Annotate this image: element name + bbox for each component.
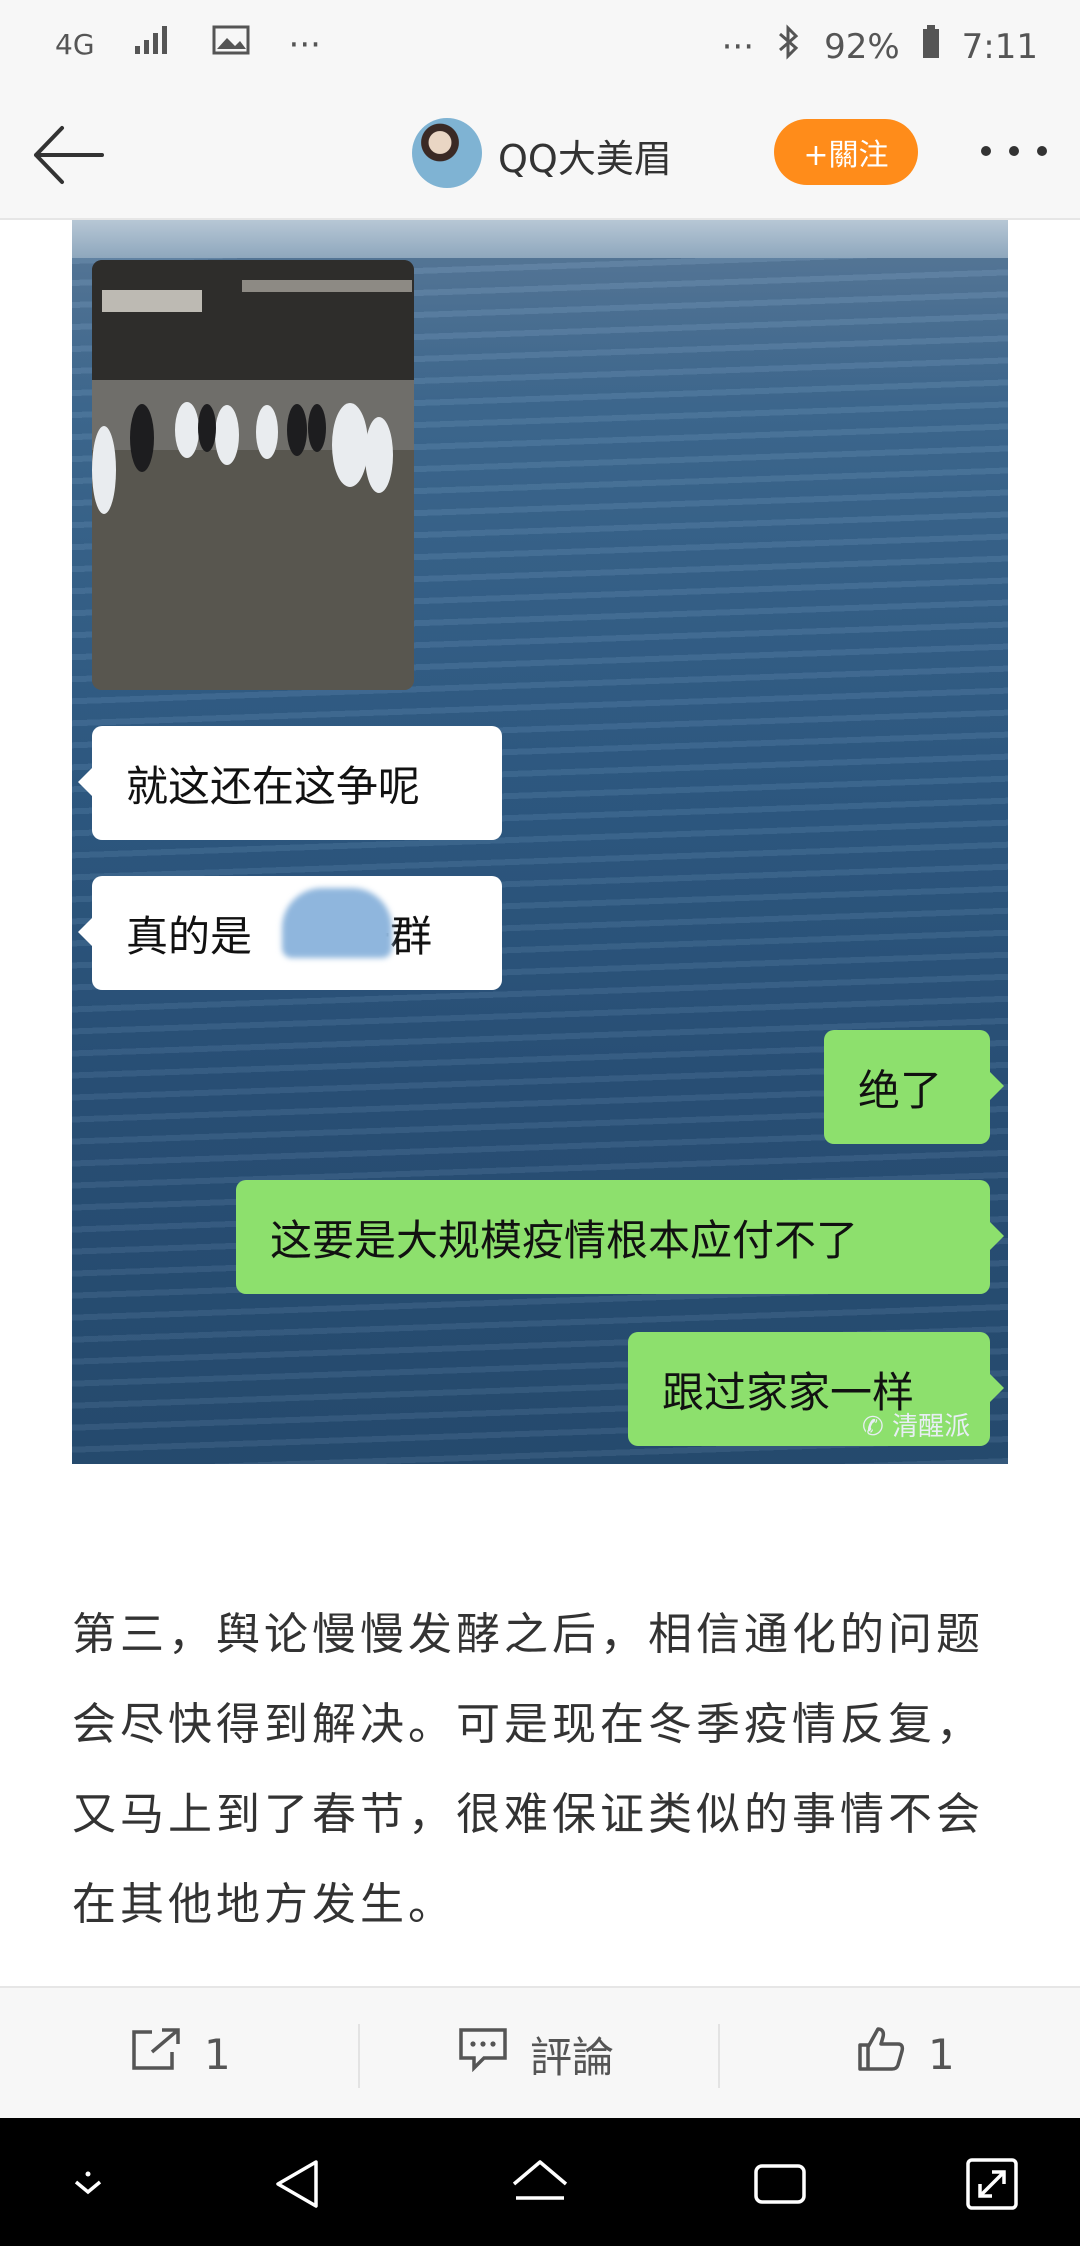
chat-bubble-left: 真的是 一群 (78, 876, 502, 990)
network-type: 4G (55, 28, 95, 61)
wechat-icon: ✆ (862, 1412, 884, 1442)
follow-button[interactable]: +關注 (774, 119, 918, 185)
battery-level: 92% (824, 26, 900, 67)
share-button[interactable]: 1 (130, 1988, 231, 2120)
like-count: 1 (928, 2029, 955, 2079)
chat-text: 真的是 (126, 911, 253, 961)
status-more-left: ··· (288, 24, 321, 65)
back-arrow-icon[interactable] (28, 120, 108, 190)
share-icon (130, 2026, 182, 2082)
gallery-icon (211, 24, 251, 65)
divider (718, 2024, 720, 2088)
chat-text: 这要是大规模疫情根本应付不了 (270, 1215, 859, 1265)
battery-icon (922, 25, 940, 68)
sky-strip (72, 220, 1008, 258)
system-nav-bar (0, 2118, 1080, 2246)
chat-bubble-right: 这要是大规模疫情根本应付不了 (236, 1180, 1004, 1294)
expand-icon[interactable] (962, 2154, 1022, 2214)
inset-photo (92, 260, 414, 690)
username[interactable]: QQ大美眉 (498, 128, 672, 183)
chat-text: 就这还在这争呢 (126, 761, 421, 811)
home-nav-icon[interactable] (510, 2154, 570, 2214)
hide-nav-icon[interactable] (58, 2154, 118, 2214)
clock: 7:11 (961, 26, 1038, 67)
like-button[interactable]: 1 (856, 1988, 955, 2120)
watermark: ✆ 清醒派 (862, 1406, 970, 1443)
action-bar: 1 評論 1 (0, 1986, 1080, 2120)
back-nav-icon[interactable] (270, 2154, 330, 2214)
signal-icon (133, 24, 173, 65)
more-options-icon[interactable] (978, 136, 1050, 166)
censor-blur (282, 888, 392, 958)
share-count: 1 (204, 2029, 231, 2079)
comment-button[interactable]: 評論 (458, 1988, 614, 2120)
app-header: QQ大美眉 +關注 (0, 90, 1080, 220)
bluetooth-icon (776, 24, 802, 69)
article-paragraph: 第三，舆论慢慢发酵之后，相信通化的问题会尽快得到解决。可是现在冬季疫情反复，又马… (72, 1609, 984, 1930)
thumbs-up-icon (856, 2025, 906, 2083)
article-image[interactable]: 就这还在这争呢 真的是 一群 绝了 这要是大规模疫情根本应付不了 跟过家家一样 … (72, 220, 1008, 1464)
comment-label: 評論 (530, 2032, 615, 2082)
status-more-right: ··· (721, 26, 755, 67)
divider (358, 2024, 360, 2088)
recents-nav-icon[interactable] (750, 2154, 810, 2214)
watermark-text: 清醒派 (892, 1412, 971, 1442)
comment-icon (458, 2026, 508, 2082)
chat-bubble-left: 就这还在这争呢 (78, 726, 502, 840)
status-bar: 4G ··· ··· 92% 7:11 (0, 0, 1080, 90)
chat-bubble-right: 绝了 (824, 1030, 1004, 1144)
chat-text: 绝了 (858, 1065, 943, 1115)
avatar[interactable] (412, 118, 482, 188)
